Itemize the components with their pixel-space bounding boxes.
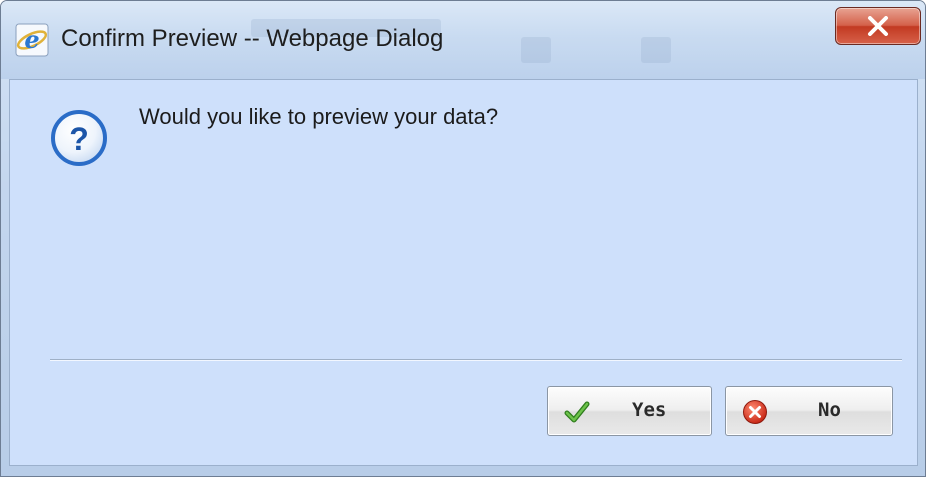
internet-explorer-icon: e	[15, 23, 49, 57]
yes-button[interactable]: Yes	[547, 386, 712, 436]
titlebar-backdrop	[521, 37, 551, 63]
titlebar-backdrop	[641, 37, 671, 63]
checkmark-icon	[564, 399, 590, 425]
no-button[interactable]: No	[725, 386, 893, 436]
svg-text:?: ?	[69, 121, 89, 157]
no-button-label: No	[818, 399, 841, 421]
divider	[50, 359, 902, 361]
question-icon: ?	[50, 109, 108, 167]
cancel-x-icon	[742, 399, 768, 425]
dialog-window: e Confirm Preview -- Webpage Dialog ? Wo…	[0, 0, 926, 477]
title-bar[interactable]: e Confirm Preview -- Webpage Dialog	[1, 1, 925, 79]
close-icon	[868, 16, 888, 36]
svg-text:e: e	[24, 25, 39, 54]
yes-button-label: Yes	[632, 399, 667, 421]
window-title: Confirm Preview -- Webpage Dialog	[61, 25, 444, 52]
dialog-body: ? Would you like to preview your data? Y…	[9, 79, 918, 466]
close-button[interactable]	[835, 7, 921, 45]
dialog-message: Would you like to preview your data?	[139, 104, 499, 129]
